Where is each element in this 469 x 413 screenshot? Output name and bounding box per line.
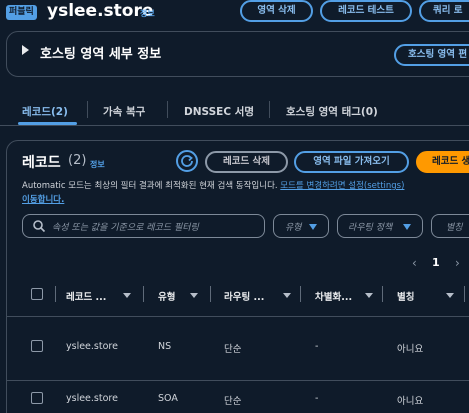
caret-right-icon[interactable] — [22, 45, 29, 55]
record-differentiator-cell: - — [315, 341, 319, 352]
sort-caret-icon[interactable] — [190, 293, 198, 298]
active-tab-indicator — [18, 122, 77, 125]
sort-caret-icon[interactable] — [446, 293, 454, 298]
column-header-differentiator[interactable]: 차별화... — [315, 289, 352, 303]
import-zone-file-button[interactable]: 영역 파일 가져오기 — [294, 151, 409, 173]
table-header-divider — [7, 316, 469, 317]
public-badge: 퍼블릭 — [6, 5, 37, 20]
record-differentiator-cell: - — [315, 393, 319, 404]
record-name-cell: yslee.store — [66, 341, 118, 352]
title-info-link[interactable]: 정보 — [140, 8, 155, 19]
record-routing-cell: 단순 — [224, 344, 242, 355]
column-separator[interactable] — [143, 286, 144, 302]
search-icon — [33, 220, 46, 233]
search-placeholder: 속성 또는 값을 기준으로 레코드 필터링 — [52, 223, 199, 233]
record-alias-cell: 아니요 — [397, 344, 424, 355]
current-page[interactable]: 1 — [432, 256, 440, 269]
record-type-cell: NS — [158, 341, 172, 352]
edit-zone-button[interactable]: 호스팅 영역 편 — [394, 44, 469, 66]
next-page-button[interactable]: › — [455, 256, 460, 270]
records-count: (2) — [68, 153, 87, 168]
query-logging-button[interactable]: 쿼리 로 — [419, 0, 469, 22]
column-separator[interactable] — [464, 286, 465, 302]
search-mode-description: Automatic 모드는 최상의 필터 결과에 최적화된 현재 검색 동작입니… — [22, 181, 405, 191]
change-mode-link[interactable]: 모드를 변경하려면 설정(settings) — [280, 181, 404, 191]
column-separator — [55, 286, 56, 302]
change-mode-link-continuation[interactable]: 이동합니다. — [22, 193, 64, 205]
sort-caret-icon[interactable] — [123, 293, 131, 298]
table-row-divider — [7, 380, 469, 381]
delete-zone-button[interactable]: 영역 삭제 — [240, 0, 313, 22]
tab-failover[interactable]: 가속 복구 — [103, 104, 145, 119]
tabs-divider — [0, 125, 469, 126]
refresh-icon[interactable] — [176, 150, 198, 172]
tab-separator — [167, 101, 168, 118]
chevron-down-icon — [403, 224, 411, 230]
tab-separator — [269, 101, 270, 118]
tab-zone-tags[interactable]: 호스팅 영역 태그(0) — [286, 104, 378, 119]
tab-records[interactable]: 레코드(2) — [22, 104, 68, 119]
prev-page-button[interactable]: ‹ — [412, 256, 417, 270]
type-filter-label: 유형 — [285, 223, 302, 233]
records-title: 레코드 — [22, 155, 61, 171]
column-header-routing-policy[interactable]: 라우팅 ... — [224, 289, 264, 303]
test-record-button[interactable]: 레코드 테스트 — [320, 0, 412, 22]
record-type-cell: SOA — [158, 393, 178, 404]
record-name-cell: yslee.store — [66, 393, 118, 404]
zone-title: yslee.store — [47, 1, 154, 21]
column-header-type[interactable]: 유형 — [158, 289, 175, 303]
alias-filter-label: 별칭 — [446, 223, 463, 233]
records-info-link[interactable]: 정보 — [90, 159, 105, 170]
tab-dnssec[interactable]: DNSSEC 서명 — [184, 104, 254, 119]
column-header-alias[interactable]: 별칭 — [397, 289, 414, 303]
record-alias-cell: 아니요 — [397, 396, 424, 407]
sort-caret-icon[interactable] — [283, 293, 291, 298]
record-routing-cell: 단순 — [224, 396, 242, 407]
row-checkbox[interactable] — [31, 340, 43, 352]
column-separator[interactable] — [210, 286, 211, 302]
column-separator[interactable] — [382, 286, 383, 302]
row-checkbox[interactable] — [31, 392, 43, 404]
select-all-checkbox[interactable] — [31, 288, 43, 300]
zone-details-title[interactable]: 호스팅 영역 세부 정보 — [40, 43, 161, 62]
sort-caret-icon[interactable] — [365, 293, 373, 298]
delete-records-button[interactable]: 레코드 삭제 — [205, 151, 288, 173]
chevron-down-icon — [309, 224, 317, 230]
column-separator[interactable] — [300, 286, 301, 302]
create-record-button[interactable]: 레코드 생성 — [416, 151, 469, 173]
tab-separator — [87, 101, 88, 118]
routing-policy-filter-label: 라우팅 정책 — [348, 223, 393, 233]
column-header-record-name[interactable]: 레코드 ... — [66, 289, 106, 303]
